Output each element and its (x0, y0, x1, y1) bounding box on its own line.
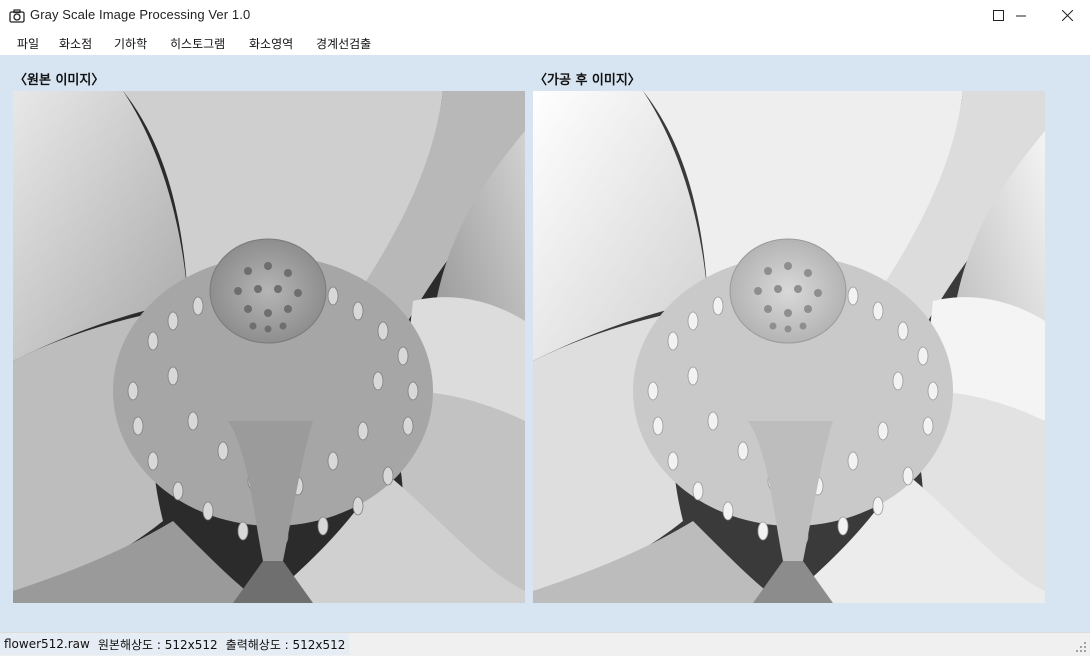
maximize-icon (992, 10, 1004, 21)
close-button[interactable] (1044, 0, 1090, 31)
status-output-resolution: 출력해상도 : 512x512 (225, 637, 346, 652)
maximize-button-box[interactable] (975, 0, 1021, 31)
processed-image (533, 91, 1045, 603)
status-filename: flower512.raw (4, 637, 90, 651)
menu-histogram[interactable]: 히스토그램 (169, 35, 226, 52)
title-bar[interactable]: Gray Scale Image Processing Ver 1.0 (0, 0, 1090, 32)
menu-geometry[interactable]: 기하학 (113, 35, 148, 52)
window-title: Gray Scale Image Processing Ver 1.0 (30, 7, 251, 22)
status-panel: flower512.raw 원본해상도 : 512x512 출력해상도 : 51… (0, 633, 350, 655)
close-icon (1061, 10, 1073, 21)
menu-pixel-point[interactable]: 화소점 (58, 35, 93, 52)
menu-edge-detection[interactable]: 경계선검출 (315, 35, 372, 52)
camera-icon[interactable] (9, 8, 25, 23)
original-image (13, 91, 525, 603)
processed-image-label: 〈가공 후 이미지〉 (534, 73, 641, 88)
status-bar: flower512.raw 원본해상도 : 512x512 출력해상도 : 51… (0, 632, 1090, 656)
menu-bar: 파일 화소점 기하학 히스토그램 화소영역 경계선검출 (0, 31, 1090, 55)
status-input-resolution: 원본해상도 : 512x512 (97, 637, 218, 652)
original-image-label: 〈원본 이미지〉 (14, 73, 105, 88)
resize-grip-icon[interactable] (1075, 641, 1087, 653)
client-area: 〈원본 이미지〉 〈가공 후 이미지〉 (0, 55, 1090, 632)
menu-pixel-area[interactable]: 화소영역 (248, 35, 294, 52)
menu-file[interactable]: 파일 (16, 35, 40, 52)
